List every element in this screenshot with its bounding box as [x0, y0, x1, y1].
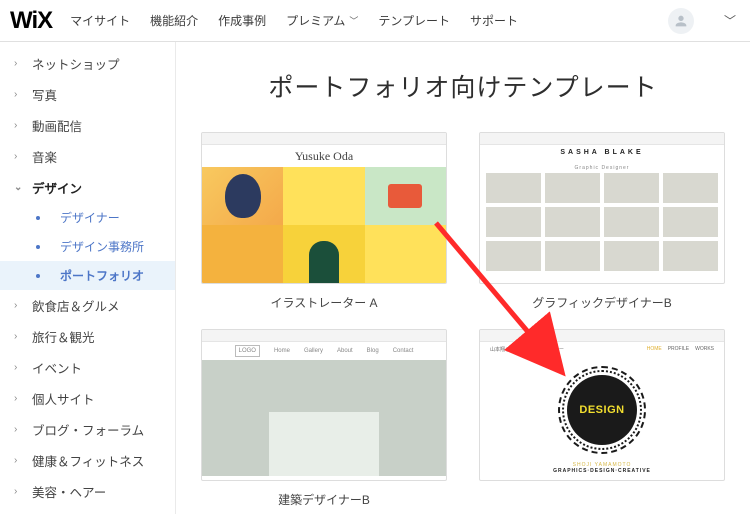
sidebar-item-beauty[interactable]: ›美容・ヘアー — [0, 476, 175, 507]
account-dropdown[interactable]: ﹀ — [724, 12, 736, 29]
template-caption: イラストレーター A — [270, 294, 377, 311]
chevron-right-icon: › — [14, 393, 22, 404]
nav-premium[interactable]: プレミアム﹀ — [286, 12, 358, 29]
sidebar-child-portfolio[interactable]: ポートフォリオ — [0, 261, 175, 290]
chevron-right-icon: › — [14, 300, 22, 311]
sidebar-item-design[interactable]: ⌄デザイン — [0, 172, 175, 203]
preview-title: 山本翔 | グラフィックデザイナー — [490, 346, 564, 358]
sidebar-item-music[interactable]: ›音楽 — [0, 141, 175, 172]
avatar[interactable] — [668, 8, 694, 34]
sidebar-item-photo[interactable]: ›写真 — [0, 79, 175, 110]
bullet-icon — [36, 216, 40, 220]
template-card[interactable]: LOGOHomeGalleryAboutBlogContact 建築デザイナーB — [198, 329, 450, 508]
sidebar-child-designer[interactable]: デザイナー — [0, 203, 175, 232]
chevron-down-icon: ⌄ — [14, 182, 22, 193]
sidebar-item-health[interactable]: ›健康＆フィットネス — [0, 445, 175, 476]
template-caption: グラフィックデザイナーB — [532, 294, 672, 311]
top-nav: WiX マイサイト 機能紹介 作成事例 プレミアム﹀ テンプレート サポート ﹀ — [0, 0, 750, 42]
template-card[interactable]: SASHA BLAKE Graphic Designer グラフィックデザイナー… — [476, 132, 728, 311]
sidebar-item-fashion[interactable]: ›ファッション・スタイル — [0, 507, 175, 514]
template-card-highlighted[interactable]: 山本翔 | グラフィックデザイナーHOMEPROFILEWORKS DESIGN… — [476, 329, 728, 508]
nav-features[interactable]: 機能紹介 — [150, 12, 198, 29]
sidebar-item-travel[interactable]: ›旅行＆観光 — [0, 321, 175, 352]
user-icon — [673, 13, 689, 29]
sidebar-item-event[interactable]: ›イベント — [0, 352, 175, 383]
preview-title: SASHA BLAKE — [480, 145, 724, 165]
nav-mysite[interactable]: マイサイト — [70, 12, 130, 29]
preview-subtitle: Graphic Designer — [480, 165, 724, 171]
template-card[interactable]: Yusuke Oda イラストレーター A — [198, 132, 450, 311]
sidebar-item-netshop[interactable]: ›ネットショップ — [0, 48, 175, 79]
main-content: ポートフォリオ向けテンプレート Yusuke Oda イラストレーター A SA… — [176, 42, 750, 514]
wix-logo[interactable]: WiX — [10, 7, 52, 35]
template-grid: Yusuke Oda イラストレーター A SASHA BLAKE Graphi… — [198, 132, 728, 508]
chevron-right-icon: › — [14, 58, 22, 69]
sidebar: ›ネットショップ ›写真 ›動画配信 ›音楽 ⌄デザイン デザイナー デザイン事… — [0, 42, 176, 514]
bullet-icon — [36, 274, 40, 278]
sidebar-item-food[interactable]: ›飲食店＆グルメ — [0, 290, 175, 321]
nav-showcase[interactable]: 作成事例 — [218, 12, 266, 29]
sidebar-item-personal[interactable]: ›個人サイト — [0, 383, 175, 414]
design-badge: DESIGN — [567, 375, 637, 445]
nav-templates[interactable]: テンプレート — [378, 12, 450, 29]
template-preview: SASHA BLAKE Graphic Designer — [479, 132, 725, 284]
chevron-right-icon: › — [14, 455, 22, 466]
chevron-right-icon: › — [14, 424, 22, 435]
nav-support[interactable]: サポート — [470, 12, 518, 29]
sidebar-item-blog[interactable]: ›ブログ・フォーラム — [0, 414, 175, 445]
nav-links: マイサイト 機能紹介 作成事例 プレミアム﹀ テンプレート サポート — [70, 12, 518, 29]
sidebar-item-video[interactable]: ›動画配信 — [0, 110, 175, 141]
template-caption: 建築デザイナーB — [278, 491, 370, 508]
sidebar-child-design-office[interactable]: デザイン事務所 — [0, 232, 175, 261]
chevron-right-icon: › — [14, 89, 22, 100]
preview-footer-2: GRAPHICS·DESIGN·CREATIVE — [480, 468, 724, 474]
chevron-right-icon: › — [14, 151, 22, 162]
template-preview: 山本翔 | グラフィックデザイナーHOMEPROFILEWORKS DESIGN… — [479, 329, 725, 481]
chevron-right-icon: › — [14, 362, 22, 373]
template-preview: Yusuke Oda — [201, 132, 447, 284]
chevron-right-icon: › — [14, 120, 22, 131]
preview-title: Yusuke Oda — [202, 145, 446, 167]
bullet-icon — [36, 245, 40, 249]
page-title: ポートフォリオ向けテンプレート — [198, 68, 728, 104]
chevron-down-icon: ﹀ — [349, 14, 358, 27]
chevron-right-icon: › — [14, 331, 22, 342]
template-preview: LOGOHomeGalleryAboutBlogContact — [201, 329, 447, 481]
chevron-right-icon: › — [14, 486, 22, 497]
